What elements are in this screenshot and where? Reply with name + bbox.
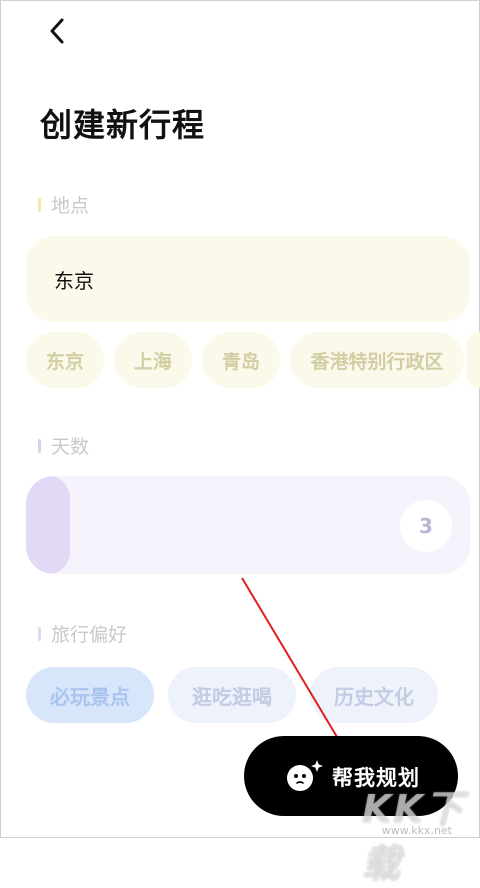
days-slider[interactable]: 3 xyxy=(26,476,470,574)
preferences-section-label: 旅行偏好 xyxy=(38,620,127,647)
preferences-label: 旅行偏好 xyxy=(51,624,128,646)
watermark-url: www.kkx.net xyxy=(381,824,452,837)
preference-chip-food[interactable]: 逛吃逛喝 xyxy=(168,667,296,723)
days-section-label: 天数 xyxy=(38,432,89,459)
days-value-badge: 3 xyxy=(400,500,452,552)
preference-options: 必玩景点 逛吃逛喝 历史文化 xyxy=(26,667,438,723)
suggestion-chip-shanghai[interactable]: 上海 xyxy=(114,332,192,388)
days-accent-bar xyxy=(38,438,41,453)
days-slider-thumb[interactable] xyxy=(26,476,70,574)
location-label: 地点 xyxy=(51,195,90,217)
preferences-accent-bar xyxy=(38,626,41,641)
suggestion-chip-tokyo[interactable]: 东京 xyxy=(26,332,104,388)
location-accent-bar xyxy=(38,197,41,212)
preference-chip-history[interactable]: 历史文化 xyxy=(310,667,438,723)
plan-for-me-button[interactable]: 帮我规划 xyxy=(244,736,458,816)
location-input-value: 东京 xyxy=(54,268,94,293)
location-section-label: 地点 xyxy=(38,191,89,218)
suggestion-chip-qingdao[interactable]: 青岛 xyxy=(202,332,280,388)
location-input[interactable]: 东京 xyxy=(26,236,470,322)
plan-for-me-label: 帮我规划 xyxy=(332,766,420,790)
preference-chip-must-see[interactable]: 必玩景点 xyxy=(26,667,154,723)
page-title: 创建新行程 xyxy=(40,106,206,144)
suggestion-chip-overflow[interactable] xyxy=(466,332,480,388)
days-label: 天数 xyxy=(51,436,90,458)
location-suggestions: 东京 上海 青岛 香港特别行政区 xyxy=(26,332,464,388)
chevron-left-icon xyxy=(50,18,64,44)
sparkle-face-icon xyxy=(287,760,323,791)
back-button[interactable] xyxy=(40,14,74,48)
suggestion-chip-hongkong[interactable]: 香港特别行政区 xyxy=(290,332,464,388)
